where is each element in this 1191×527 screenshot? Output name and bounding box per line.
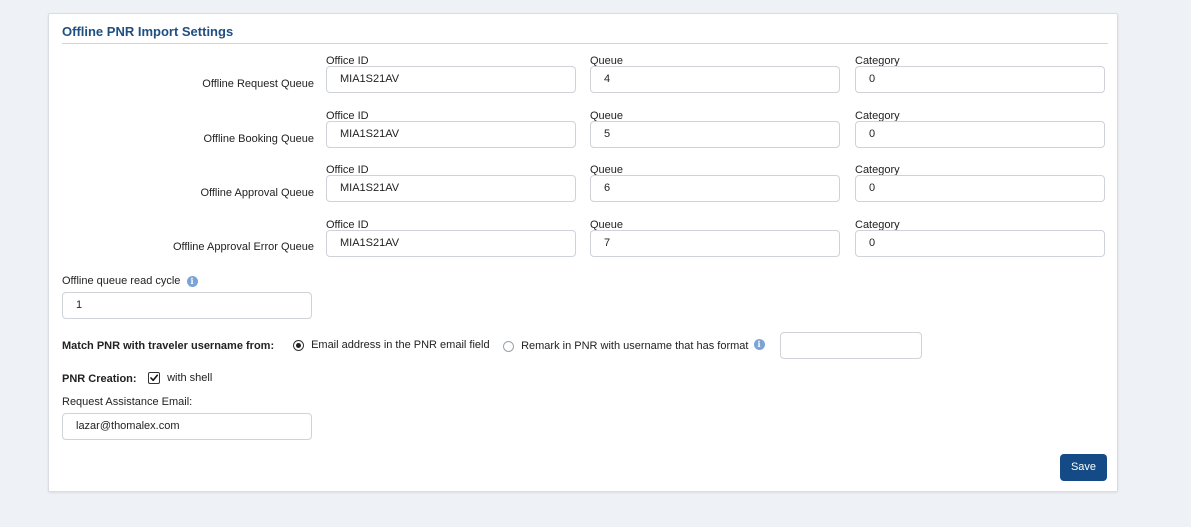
queue-input[interactable]: 6 (590, 175, 840, 202)
queue-row-label: Offline Request Queue (202, 78, 314, 90)
category-input[interactable]: 0 (855, 121, 1105, 148)
remark-option-label: Remark in PNR with username that has for… (521, 340, 749, 352)
queue-row-label: Offline Approval Error Queue (172, 241, 314, 253)
info-icon[interactable]: i (186, 275, 198, 287)
checkmark-icon (150, 374, 159, 382)
remark-radio[interactable] (503, 340, 514, 352)
read-cycle-label: Offline queue read cycle (62, 275, 181, 287)
queue-row-label: Offline Booking Queue (203, 133, 314, 145)
office-id-input[interactable]: MIA1S21AV (326, 121, 576, 148)
queue-input[interactable]: 5 (590, 121, 840, 148)
match-pnr-label: Match PNR with traveler username from: (62, 340, 275, 352)
queue-row-request: Offline Request Queue Office ID Queue Ca… (49, 55, 1119, 110)
with-shell-option[interactable]: with shell (148, 372, 213, 385)
read-cycle-label-group: Offline queue read cycle i (62, 275, 198, 287)
queue-input[interactable]: 7 (590, 230, 840, 257)
queue-row-booking: Offline Booking Queue Office ID Queue Ca… (49, 110, 1119, 165)
queue-row-approval: Offline Approval Queue Office ID Queue C… (49, 164, 1119, 219)
assistance-email-label: Request Assistance Email: (62, 396, 193, 408)
office-id-input[interactable]: MIA1S21AV (326, 66, 576, 93)
title-divider (62, 43, 1108, 44)
pnr-creation-label: PNR Creation: (62, 373, 137, 385)
save-button[interactable]: Save (1060, 454, 1107, 481)
email-radio[interactable] (293, 339, 304, 351)
queue-row-approval-error: Offline Approval Error Queue Office ID Q… (49, 219, 1119, 274)
with-shell-label: with shell (167, 372, 213, 384)
category-input[interactable]: 0 (855, 175, 1105, 202)
category-input[interactable]: 0 (855, 230, 1105, 257)
panel-title: Offline PNR Import Settings (62, 24, 234, 39)
match-option-email[interactable]: Email address in the PNR email field (293, 339, 490, 351)
match-option-remark[interactable]: Remark in PNR with username that has for… (503, 339, 765, 352)
offline-pnr-import-panel: Offline PNR Import Settings Offline Requ… (48, 13, 1118, 492)
info-icon[interactable]: i (753, 339, 765, 350)
email-option-label: Email address in the PNR email field (311, 339, 490, 351)
queue-row-label: Offline Approval Queue (200, 187, 314, 199)
read-cycle-input[interactable]: 1 (62, 292, 312, 319)
username-format-input[interactable] (780, 332, 922, 359)
queue-input[interactable]: 4 (590, 66, 840, 93)
office-id-input[interactable]: MIA1S21AV (326, 175, 576, 202)
with-shell-checkbox[interactable] (148, 372, 160, 385)
category-input[interactable]: 0 (855, 66, 1105, 93)
office-id-input[interactable]: MIA1S21AV (326, 230, 576, 257)
assistance-email-input[interactable]: lazar@thomalex.com (62, 413, 312, 440)
